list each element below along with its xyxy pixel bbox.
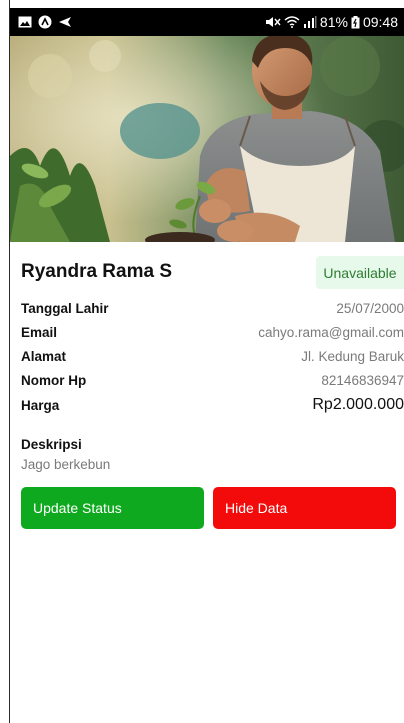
image-icon	[18, 15, 32, 29]
signal-icon	[303, 15, 317, 29]
status-bar-right: 81% 09:48	[265, 14, 398, 30]
name-row: Ryandra Rama S Unavailable	[10, 256, 404, 290]
detail-value: 25/07/2000	[336, 301, 404, 316]
detail-label: Email	[21, 325, 58, 340]
clock: 09:48	[362, 14, 398, 30]
battery-percent: 81%	[319, 14, 348, 30]
wifi-icon	[284, 15, 300, 29]
detail-row-price: Harga Rp2.000.000	[21, 396, 404, 418]
window-edge	[0, 0, 10, 723]
send-icon	[58, 15, 72, 29]
status-badge: Unavailable	[316, 256, 404, 289]
price-value: Rp2.000.000	[312, 396, 404, 413]
description-label: Deskripsi	[21, 437, 82, 452]
detail-label: Nomor Hp	[21, 373, 87, 388]
person-name: Ryandra Rama S	[21, 261, 173, 282]
description-value: Jago berkebun	[21, 457, 111, 472]
mute-vibrate-icon	[265, 15, 281, 29]
detail-value: cahyo.rama@gmail.com	[258, 325, 404, 340]
app-circle-icon	[38, 15, 52, 29]
detail-label: Harga	[21, 398, 60, 413]
detail-row-email: Email cahyo.rama@gmail.com	[21, 325, 404, 345]
detail-row-birthdate: Tanggal Lahir 25/07/2000	[21, 301, 404, 321]
app-screen: 81% 09:48 Ryandra Rama S Unavailable Tan…	[0, 0, 404, 723]
detail-label: Alamat	[21, 349, 67, 364]
detail-value: Jl. Kedung Baruk	[301, 349, 404, 364]
hide-data-button[interactable]: Hide Data	[213, 487, 396, 529]
detail-row-address: Alamat Jl. Kedung Baruk	[21, 349, 404, 369]
status-bar-left	[18, 15, 72, 29]
battery-icon	[351, 15, 360, 29]
status-bar: 81% 09:48	[10, 8, 404, 36]
detail-label: Tanggal Lahir	[21, 301, 109, 316]
profile-photo	[10, 36, 404, 242]
detail-value: 82146836947	[321, 373, 404, 388]
detail-row-phone: Nomor Hp 82146836947	[21, 373, 404, 393]
man-gardening-photo	[10, 36, 404, 242]
update-status-button[interactable]: Update Status	[21, 487, 204, 529]
